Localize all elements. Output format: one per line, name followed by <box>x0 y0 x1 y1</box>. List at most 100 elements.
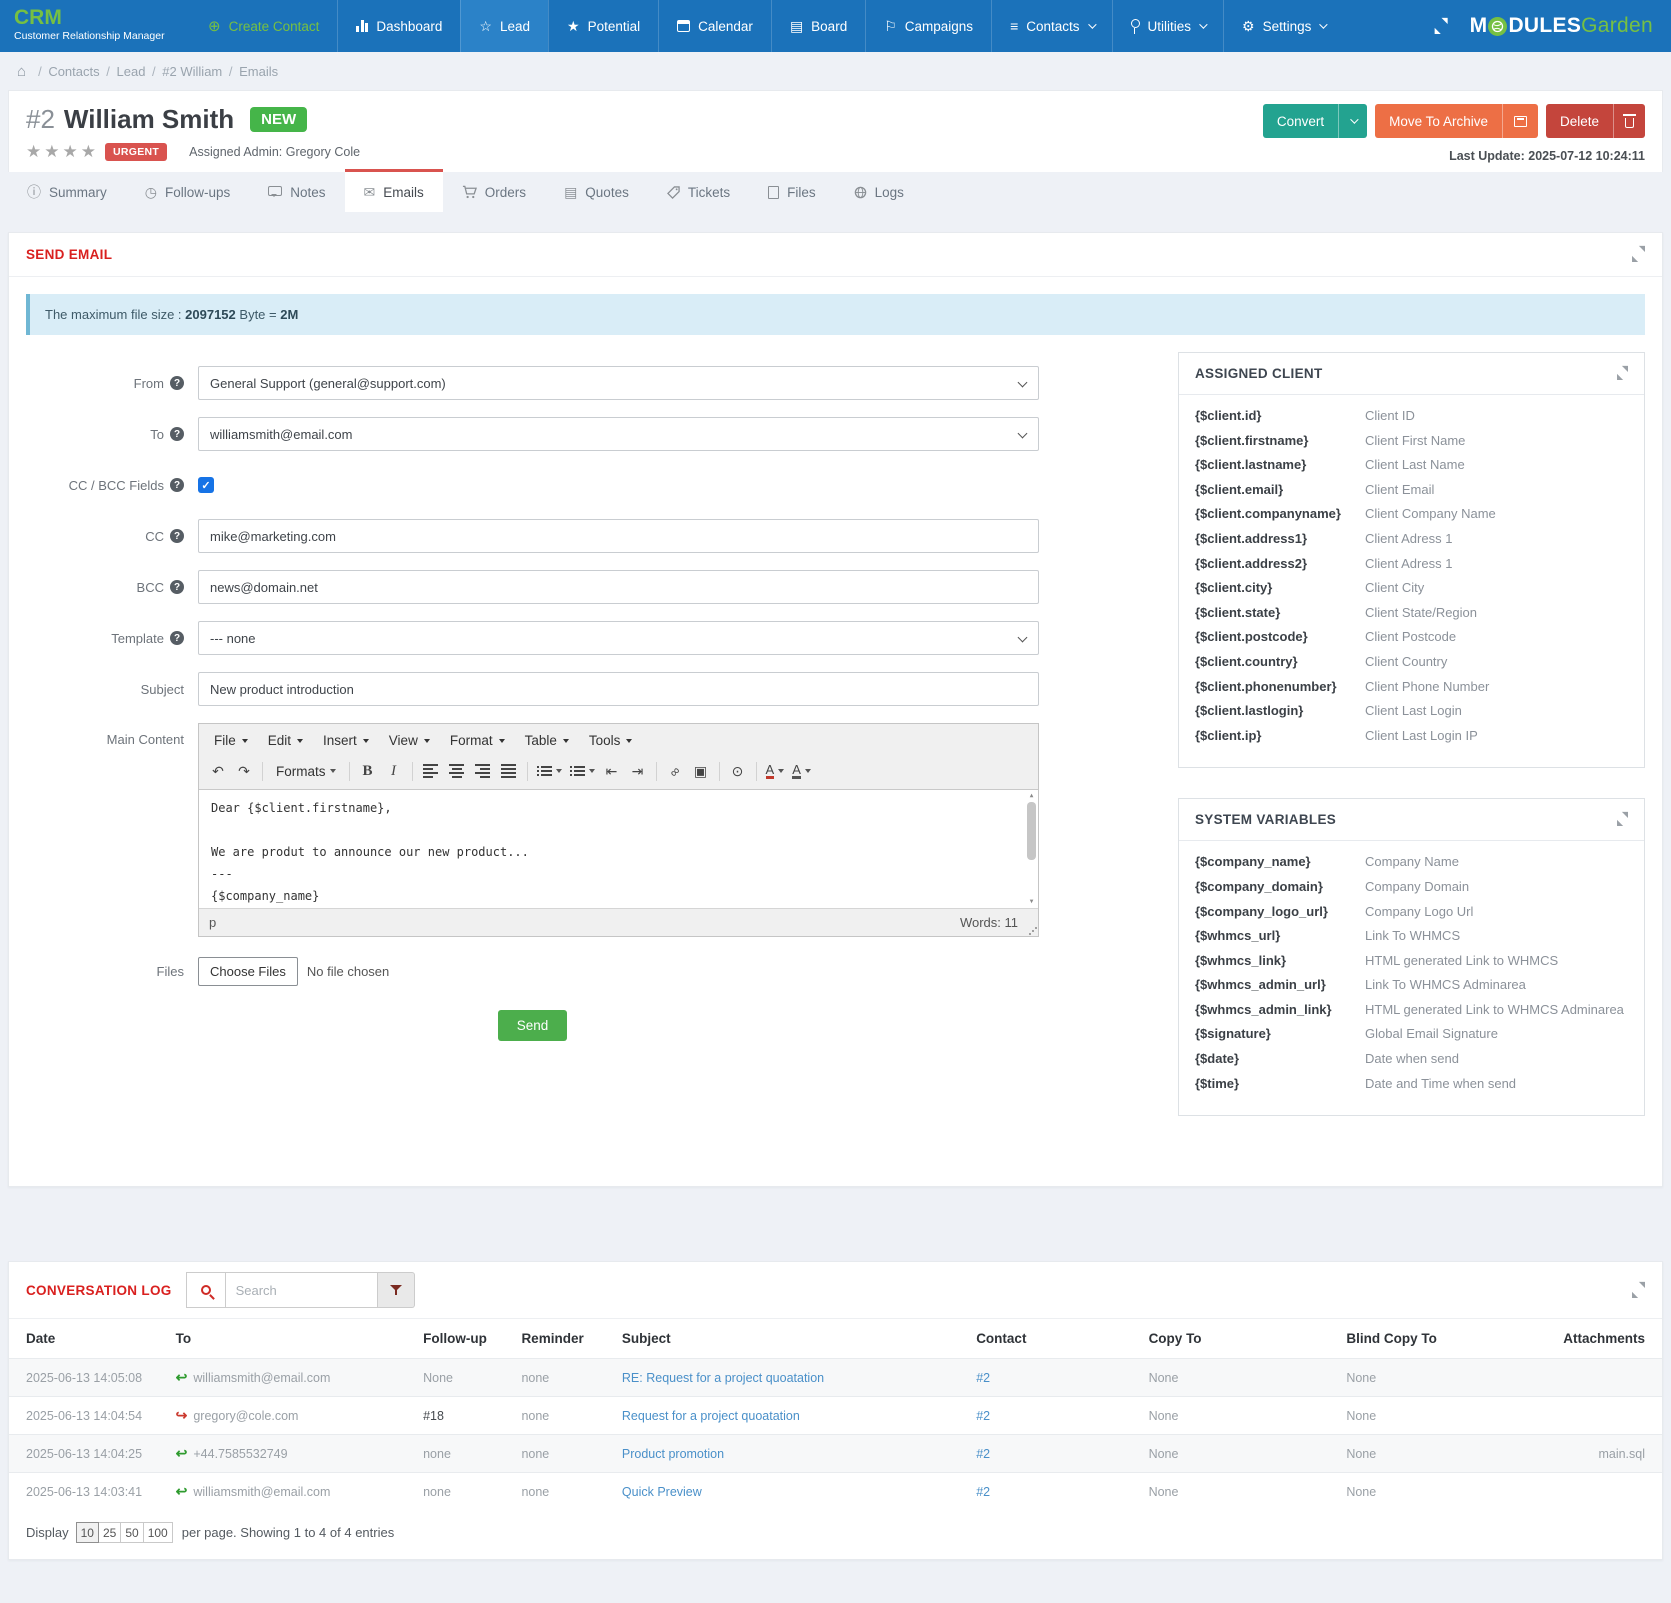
resize-grip[interactable] <box>1028 926 1037 935</box>
variable-token[interactable]: {$whmcs_admin_url} <box>1195 977 1365 992</box>
variable-token[interactable]: {$client.companyname} <box>1195 506 1365 521</box>
variable-token[interactable]: {$time} <box>1195 1076 1365 1091</box>
editor-scrollbar[interactable]: ▲▼ <box>1026 791 1037 907</box>
expand-panel-icon[interactable] <box>1632 248 1645 261</box>
from-select[interactable]: General Support (general@support.com) <box>198 366 1039 400</box>
app-logo[interactable]: CRM Customer Relationship Manager <box>0 0 190 52</box>
contact-link[interactable]: #2 <box>976 1447 990 1461</box>
contact-link[interactable]: #2 <box>976 1371 990 1385</box>
variable-token[interactable]: {$client.city} <box>1195 580 1365 595</box>
nav-item-campaigns[interactable]: ⚐Campaigns <box>865 0 991 52</box>
conversation-row[interactable]: 2025-06-13 14:05:08 ↩williamsmith@email.… <box>9 1359 1662 1397</box>
filter-button[interactable] <box>378 1272 415 1308</box>
to-select[interactable]: williamsmith@email.com <box>198 417 1039 451</box>
editor-menu-table[interactable]: Table <box>516 729 578 752</box>
variable-token[interactable]: {$company_logo_url} <box>1195 904 1365 919</box>
ccbcc-checkbox[interactable] <box>198 477 214 493</box>
formats-dropdown[interactable]: Formats <box>268 759 344 783</box>
fullscreen-icon[interactable] <box>1435 20 1448 33</box>
italic-icon[interactable]: I <box>381 759 407 783</box>
tab-notes[interactable]: Notes <box>249 172 344 212</box>
template-select[interactable]: --- none <box>198 621 1039 655</box>
editor-menu-tools[interactable]: Tools <box>580 729 642 752</box>
editor-menu-format[interactable]: Format <box>441 729 514 752</box>
column-header-copy-to[interactable]: Copy To <box>1141 1319 1339 1359</box>
conversation-row[interactable]: 2025-06-13 14:04:54 ↪gregory@cole.com #1… <box>9 1397 1662 1435</box>
column-header-date[interactable]: Date <box>9 1319 168 1359</box>
variable-token[interactable]: {$client.firstname} <box>1195 433 1365 448</box>
nav-item-settings[interactable]: ⚙Settings <box>1223 0 1343 52</box>
variable-token[interactable]: {$whmcs_admin_link} <box>1195 1002 1365 1017</box>
variable-token[interactable]: {$client.id} <box>1195 408 1365 423</box>
star-icon[interactable]: ★ <box>44 142 62 161</box>
subject-link[interactable]: Request for a project quoatation <box>622 1409 800 1423</box>
tab-summary[interactable]: ⓘSummary <box>8 172 126 212</box>
contact-link[interactable]: #2 <box>976 1409 990 1423</box>
move-to-archive-button[interactable]: Move To Archive <box>1375 104 1538 138</box>
subject-link[interactable]: Quick Preview <box>622 1485 702 1499</box>
variable-token[interactable]: {$client.country} <box>1195 654 1365 669</box>
expand-panel-icon[interactable] <box>1617 814 1628 825</box>
variable-token[interactable]: {$client.address2} <box>1195 556 1365 571</box>
tab-files[interactable]: Files <box>749 172 835 212</box>
editor-menu-edit[interactable]: Edit <box>259 729 312 752</box>
image-icon[interactable]: ▣ <box>688 759 714 783</box>
editor-menu-view[interactable]: View <box>380 729 439 752</box>
choose-files-button[interactable]: Choose Files <box>198 957 298 986</box>
align-right-icon[interactable] <box>470 759 496 783</box>
align-justify-icon[interactable] <box>496 759 522 783</box>
variable-token[interactable]: {$client.email} <box>1195 482 1365 497</box>
help-icon[interactable] <box>170 580 184 594</box>
help-icon[interactable] <box>170 427 184 441</box>
editor-content[interactable]: Dear {$client.firstname}, We are produt … <box>199 790 1038 908</box>
breadcrumb-link[interactable]: Emails <box>239 64 278 79</box>
redo-icon[interactable]: ↷ <box>231 759 257 783</box>
variable-token[interactable]: {$client.state} <box>1195 605 1365 620</box>
conversation-row[interactable]: 2025-06-13 14:03:41 ↩williamsmith@email.… <box>9 1473 1662 1511</box>
home-icon[interactable]: ⌂ <box>17 63 26 80</box>
link-icon[interactable]: ∞ <box>662 759 688 783</box>
contact-link[interactable]: #2 <box>976 1485 990 1499</box>
star-icon[interactable]: ★ <box>81 142 99 161</box>
variable-token[interactable]: {$client.address1} <box>1195 531 1365 546</box>
align-center-icon[interactable] <box>444 759 470 783</box>
nav-item-board[interactable]: ▤Board <box>771 0 865 52</box>
per-page-button-10[interactable]: 10 <box>76 1522 99 1543</box>
convert-button[interactable]: Convert <box>1263 104 1367 138</box>
expand-panel-icon[interactable] <box>1632 1284 1645 1297</box>
star-icon[interactable]: ★ <box>63 142 81 161</box>
variable-token[interactable]: {$client.lastlogin} <box>1195 703 1365 718</box>
cc-input[interactable] <box>198 519 1039 553</box>
bcc-input[interactable] <box>198 570 1039 604</box>
nav-item-calendar[interactable]: Calendar <box>658 0 771 52</box>
bullet-list-icon[interactable] <box>533 759 566 783</box>
numbered-list-icon[interactable] <box>566 759 599 783</box>
breadcrumb-link[interactable]: Contacts <box>48 64 99 79</box>
indent-icon[interactable]: ⇥ <box>625 759 651 783</box>
nav-item-lead[interactable]: ☆Lead <box>460 0 548 52</box>
tab-quotes[interactable]: ▤Quotes <box>545 172 648 212</box>
column-header-blind-copy-to[interactable]: Blind Copy To <box>1338 1319 1539 1359</box>
align-left-icon[interactable] <box>418 759 444 783</box>
breadcrumb-link[interactable]: #2 William <box>162 64 222 79</box>
tab-tickets[interactable]: Tickets <box>648 172 749 212</box>
subject-link[interactable]: Product promotion <box>622 1447 724 1461</box>
variable-token[interactable]: {$client.ip} <box>1195 728 1365 743</box>
column-header-reminder[interactable]: Reminder <box>513 1319 613 1359</box>
variable-token[interactable]: {$client.postcode} <box>1195 629 1365 644</box>
nav-item-dashboard[interactable]: Dashboard <box>337 0 460 52</box>
variable-token[interactable]: {$client.lastname} <box>1195 457 1365 472</box>
preview-icon[interactable]: ⊙ <box>725 759 751 783</box>
tab-follow-ups[interactable]: ◷Follow-ups <box>126 172 250 212</box>
nav-item-contacts[interactable]: ≡Contacts <box>991 0 1111 52</box>
delete-button[interactable]: Delete <box>1546 104 1645 138</box>
archive-icon-segment[interactable] <box>1502 104 1538 138</box>
breadcrumb-link[interactable]: Lead <box>117 64 146 79</box>
rating-stars[interactable]: ★★★★ <box>26 142 99 162</box>
variable-token[interactable]: {$client.phonenumber} <box>1195 679 1365 694</box>
column-header-to[interactable]: To <box>168 1319 415 1359</box>
help-icon[interactable] <box>170 376 184 390</box>
tab-orders[interactable]: Orders <box>443 172 545 212</box>
subject-input[interactable] <box>198 672 1039 706</box>
column-header-follow-up[interactable]: Follow-up <box>415 1319 513 1359</box>
